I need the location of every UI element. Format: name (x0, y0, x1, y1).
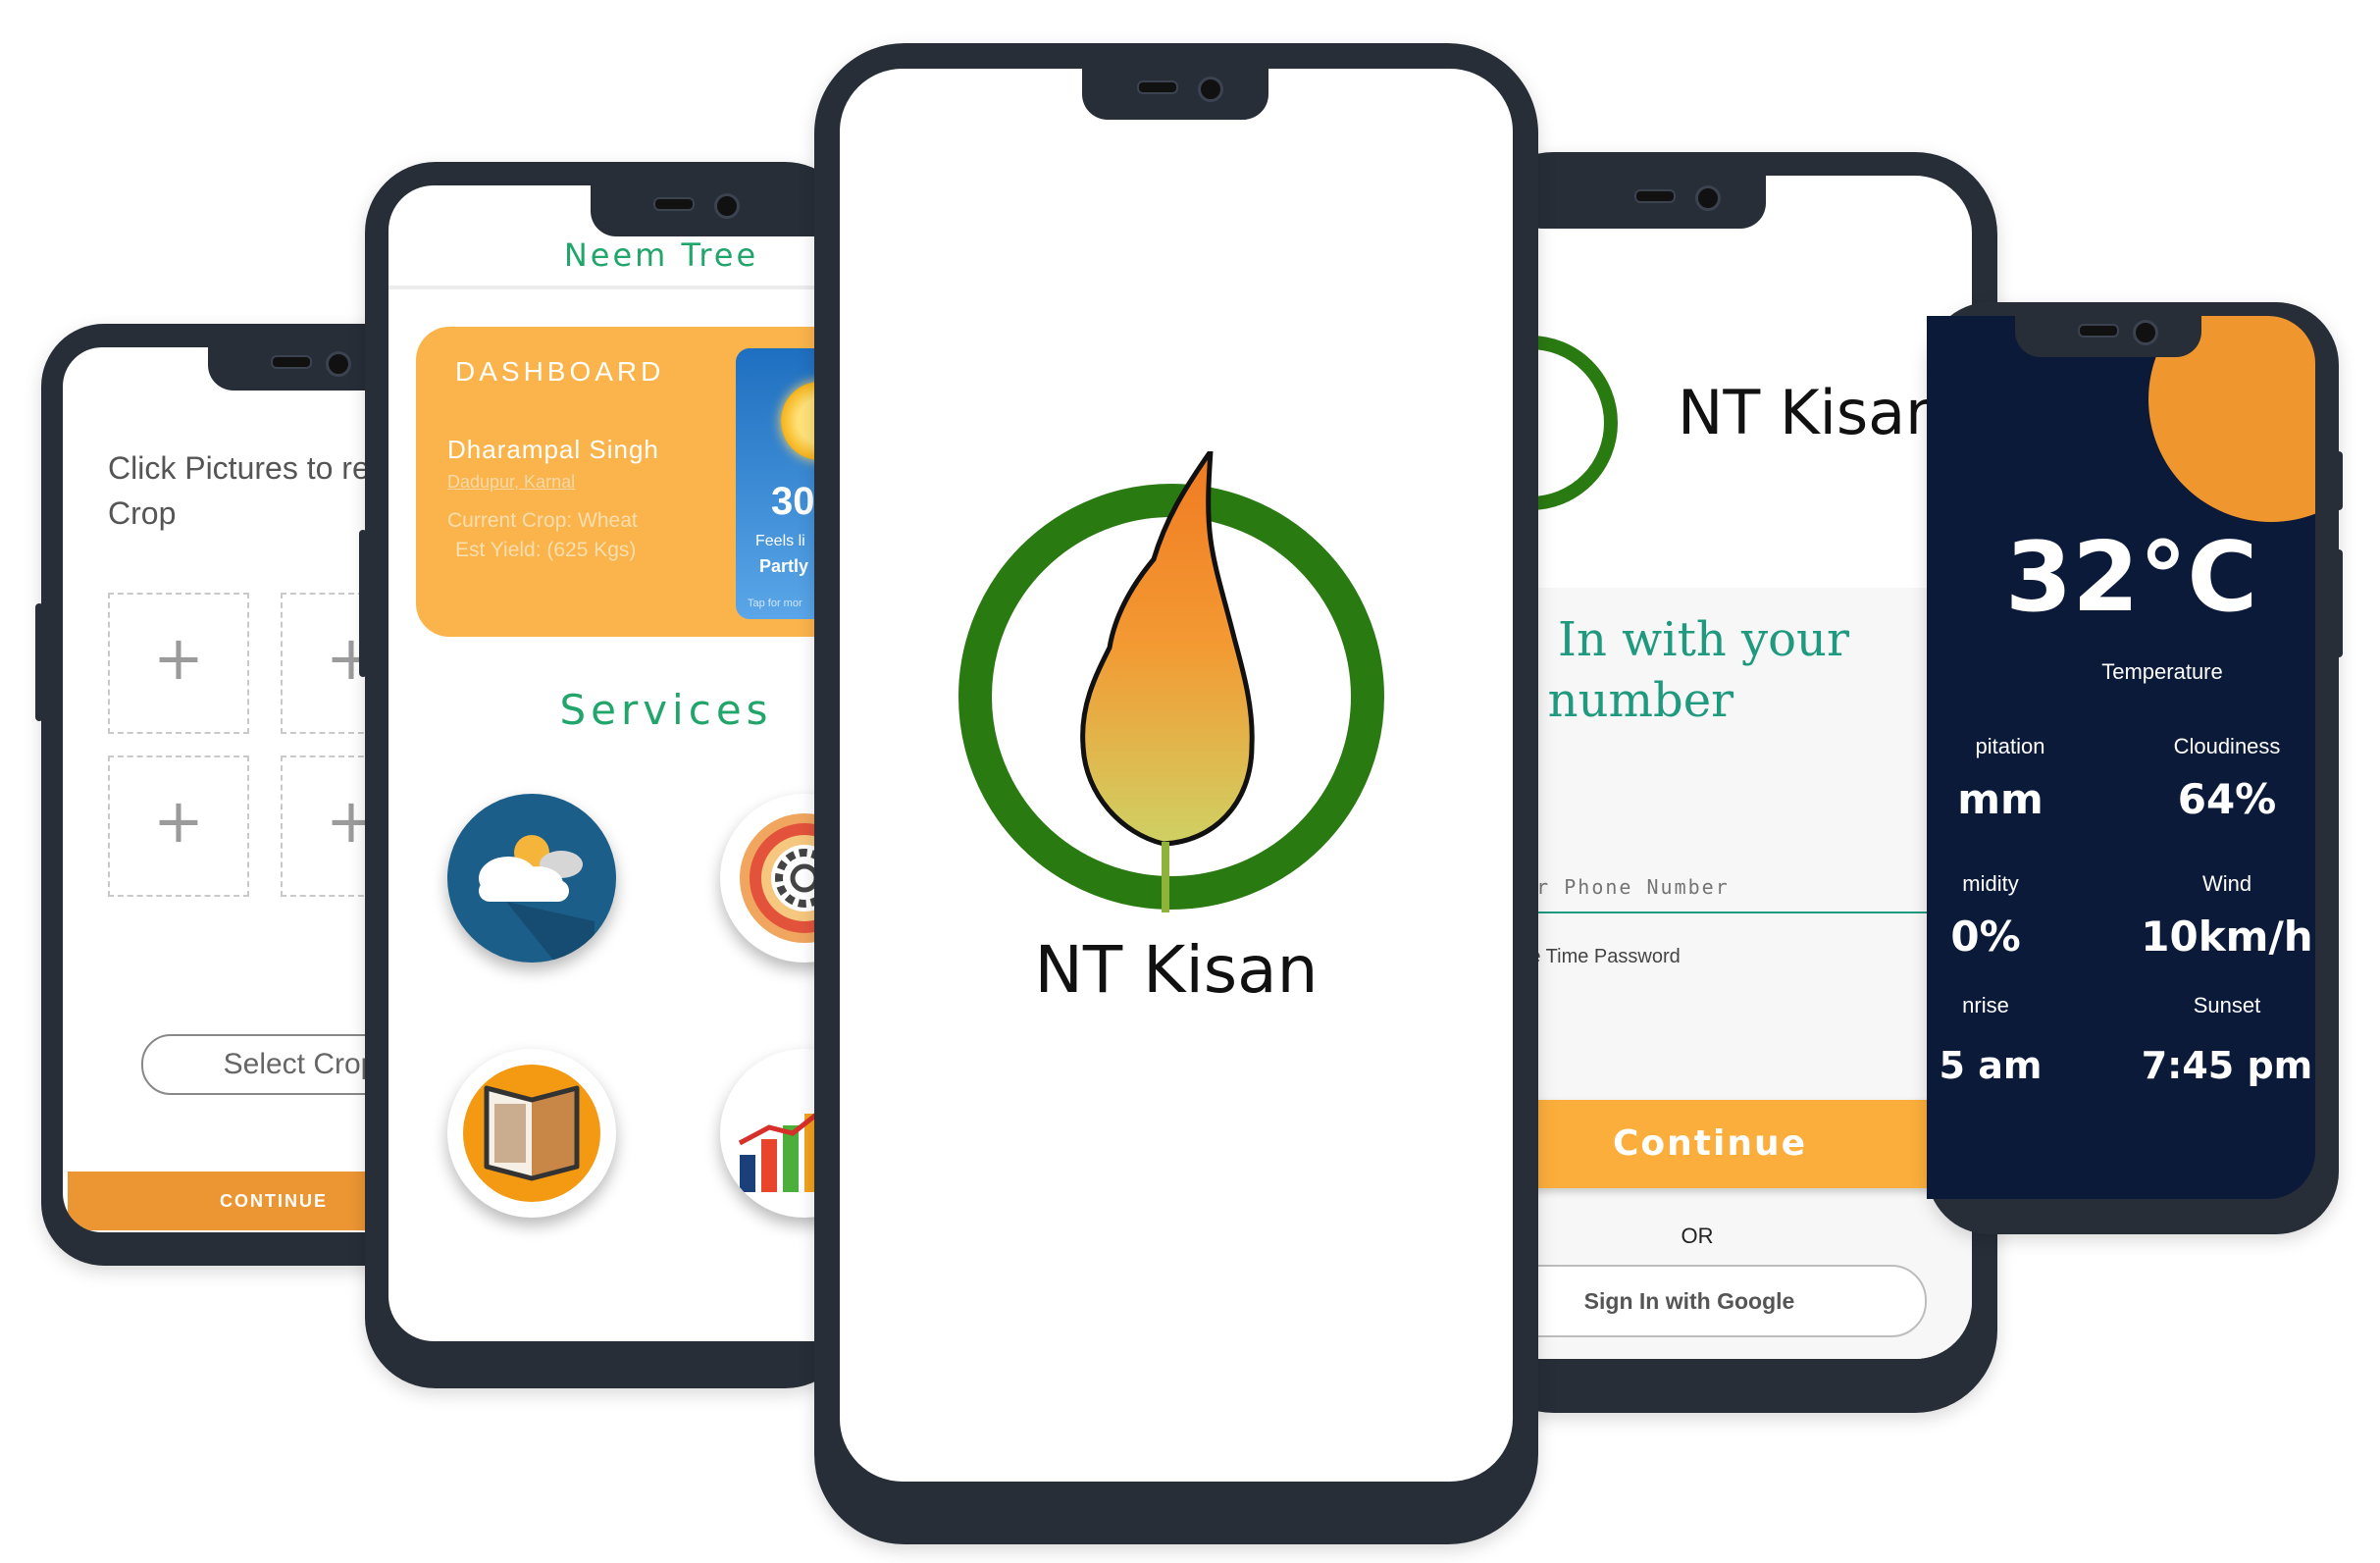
cloudiness-label: Cloudiness (2173, 734, 2281, 758)
estimated-yield: Est Yield: (625 Kgs) (455, 539, 637, 561)
phone-login-screen: NT Kisan In with your e number a One Tim… (1472, 152, 1997, 1413)
phone-notch (1517, 172, 1766, 229)
weather-feels-like: Feels li (755, 533, 805, 549)
precipitation-value: mm (1957, 775, 2044, 823)
cloudiness-value: 64% (2177, 775, 2277, 823)
weather-icon (479, 835, 595, 963)
phone-notch (1082, 63, 1268, 120)
google-signin-button[interactable]: Sign In with Google (1472, 1265, 1927, 1337)
google-signin-label: Sign In with Google (1583, 1288, 1795, 1314)
select-crop-label: Select Crop (223, 1048, 378, 1080)
weather-condition: Partly (759, 556, 809, 576)
splash-app-name: NT Kisan (1034, 932, 1319, 1008)
nt-kisan-logo (958, 451, 1384, 912)
farmer-location-link[interactable]: Dadupur, Karnal (447, 472, 575, 493)
weather-tap-hint: Tap for mor (748, 598, 802, 609)
dashboard-card[interactable]: DASHBOARD Dharampal Singh Dadupur, Karna… (416, 327, 855, 637)
sunset-label: Sunset (2193, 993, 2261, 1017)
wind-value: 10km/h (2141, 912, 2313, 961)
login-continue-button[interactable]: Continue (1472, 1100, 1948, 1188)
dashboard-label: DASHBOARD (455, 356, 665, 387)
dashboard-screen: Neem Tree DASHBOARD Dharampal Singh Dadu… (388, 185, 855, 1341)
phone-side-button (35, 603, 43, 721)
temperature-label: Temperature (2101, 659, 2223, 684)
weather-temp: 30 (771, 480, 815, 523)
login-continue-label: Continue (1612, 1123, 1807, 1164)
splash-screen: NT Kisan (840, 69, 1513, 1482)
phone-side-button (2335, 451, 2343, 510)
plus-icon: + (153, 785, 204, 857)
humidity-label: midity (1962, 871, 2019, 896)
temperature-value: 32°C (2005, 522, 2258, 634)
plus-icon: + (153, 622, 204, 694)
phone-side-button (2335, 549, 2343, 657)
service-weather-button[interactable] (447, 794, 616, 963)
weather-screen: 32°C Temperature pitation Cloudiness mm … (1927, 316, 2315, 1199)
upload-slot[interactable]: + (108, 593, 249, 734)
wind-label: Wind (2201, 871, 2252, 896)
sunrise-value: 5 am (1939, 1044, 2043, 1087)
precipitation-label: pitation (1975, 734, 2045, 758)
or-separator: OR (1681, 1224, 1714, 1248)
humidity-value: 0% (1950, 912, 2021, 961)
header-divider (388, 286, 855, 289)
service-knowledge-button[interactable] (447, 1049, 616, 1218)
app-title: Neem Tree (563, 236, 759, 274)
login-screen: NT Kisan In with your e number a One Tim… (1472, 176, 1972, 1359)
farmer-name: Dharampal Singh (447, 435, 659, 464)
phone-splash-screen: NT Kisan (814, 43, 1538, 1544)
sunrise-label: nrise (1962, 993, 2009, 1017)
phone-weather-screen: 32°C Temperature pitation Cloudiness mm … (1927, 302, 2339, 1234)
phone-side-button (359, 530, 367, 677)
sunset-value: 7:45 pm (2141, 1044, 2313, 1087)
login-app-name: NT Kisan (1678, 377, 1944, 448)
current-crop: Current Crop: Wheat (447, 509, 638, 532)
phone-number-input[interactable] (1472, 862, 1962, 913)
phone-notch (2015, 312, 2201, 357)
upload-slot[interactable]: + (108, 755, 249, 897)
crop-continue-label: CONTINUE (220, 1191, 328, 1211)
services-title: Services (559, 686, 773, 734)
phone-dashboard-screen: Neem Tree DASHBOARD Dharampal Singh Dadu… (365, 162, 875, 1388)
book-icon (463, 1065, 600, 1202)
